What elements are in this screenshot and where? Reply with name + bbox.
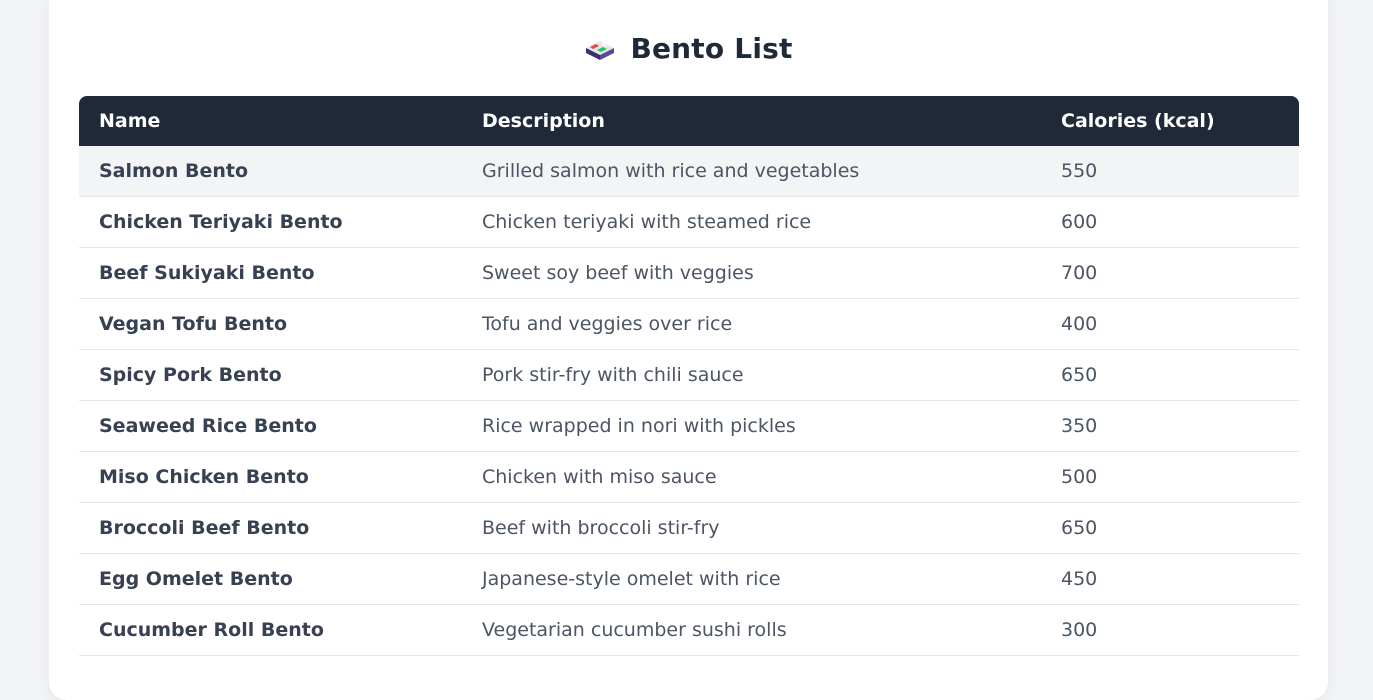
bento-description-cell: Tofu and veggies over rice [462,299,1041,350]
table-row[interactable]: Seaweed Rice Bento Rice wrapped in nori … [79,401,1299,452]
table-row[interactable]: Cucumber Roll Bento Vegetarian cucumber … [79,605,1299,656]
bento-calories-cell: 600 [1041,197,1299,248]
bento-calories-cell: 700 [1041,248,1299,299]
column-header-name[interactable]: Name [79,96,462,146]
bento-calories-cell: 450 [1041,554,1299,605]
bento-calories-cell: 500 [1041,452,1299,503]
table-row[interactable]: Miso Chicken Bento Chicken with miso sau… [79,452,1299,503]
table-row[interactable]: Chicken Teriyaki Bento Chicken teriyaki … [79,197,1299,248]
bento-calories-cell: 650 [1041,350,1299,401]
bento-name-cell: Broccoli Beef Bento [79,503,462,554]
bento-description-cell: Grilled salmon with rice and vegetables [462,146,1041,197]
bento-description-cell: Vegetarian cucumber sushi rolls [462,605,1041,656]
bento-description-cell: Pork stir-fry with chili sauce [462,350,1041,401]
table-row[interactable]: Spicy Pork Bento Pork stir-fry with chil… [79,350,1299,401]
bento-table: Name Description Calories (kcal) Salmon … [79,96,1299,656]
bento-name-cell: Seaweed Rice Bento [79,401,462,452]
bento-name-cell: Egg Omelet Bento [79,554,462,605]
bento-name-cell: Salmon Bento [79,146,462,197]
bento-calories-cell: 350 [1041,401,1299,452]
column-header-calories[interactable]: Calories (kcal) [1041,96,1299,146]
page-header: Bento List [49,28,1328,68]
bento-box-icon [584,35,616,61]
bento-calories-cell: 300 [1041,605,1299,656]
bento-calories-cell: 400 [1041,299,1299,350]
table-row[interactable]: Vegan Tofu Bento Tofu and veggies over r… [79,299,1299,350]
bento-description-cell: Beef with broccoli stir-fry [462,503,1041,554]
bento-description-cell: Chicken teriyaki with steamed rice [462,197,1041,248]
page-title: Bento List [630,31,793,65]
table-header-row: Name Description Calories (kcal) [79,96,1299,146]
bento-name-cell: Vegan Tofu Bento [79,299,462,350]
bento-description-cell: Japanese-style omelet with rice [462,554,1041,605]
table-row[interactable]: Beef Sukiyaki Bento Sweet soy beef with … [79,248,1299,299]
bento-calories-cell: 550 [1041,146,1299,197]
table-row[interactable]: Broccoli Beef Bento Beef with broccoli s… [79,503,1299,554]
bento-name-cell: Cucumber Roll Bento [79,605,462,656]
bento-list-card: Bento List Name Description Calories (kc… [49,0,1328,700]
bento-name-cell: Miso Chicken Bento [79,452,462,503]
column-header-description[interactable]: Description [462,96,1041,146]
bento-description-cell: Sweet soy beef with veggies [462,248,1041,299]
table-row[interactable]: Salmon Bento Grilled salmon with rice an… [79,146,1299,197]
bento-name-cell: Chicken Teriyaki Bento [79,197,462,248]
bento-calories-cell: 650 [1041,503,1299,554]
bento-description-cell: Chicken with miso sauce [462,452,1041,503]
table-row[interactable]: Egg Omelet Bento Japanese-style omelet w… [79,554,1299,605]
bento-name-cell: Beef Sukiyaki Bento [79,248,462,299]
bento-description-cell: Rice wrapped in nori with pickles [462,401,1041,452]
bento-name-cell: Spicy Pork Bento [79,350,462,401]
